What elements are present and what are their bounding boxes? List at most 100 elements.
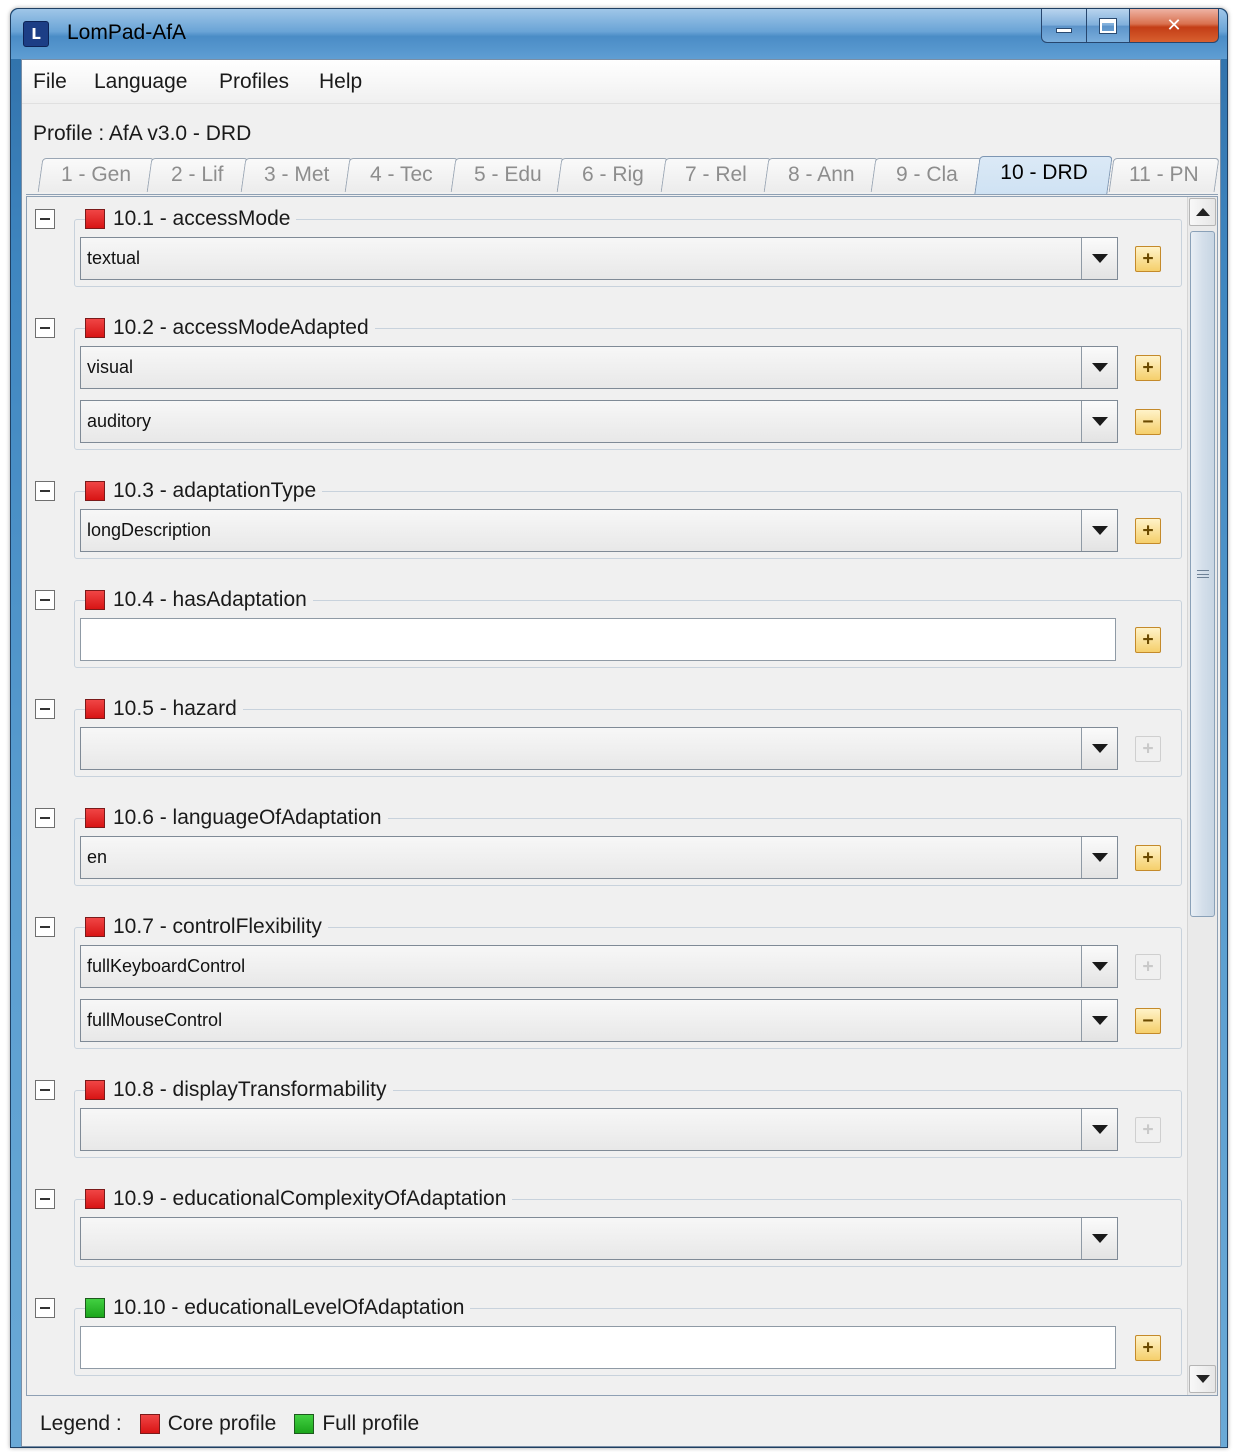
collapse-icon[interactable] — [35, 917, 55, 937]
field-label: 10.9 - educationalComplexityOfAdaptation — [113, 1187, 507, 1210]
tab-10[interactable]: 10 - DRD — [974, 156, 1113, 194]
chevron-down-icon[interactable] — [1081, 238, 1117, 279]
collapse-icon[interactable] — [35, 699, 55, 719]
field-header: 10.2 - accessModeAdapted — [85, 314, 375, 342]
plus-icon[interactable]: + — [1135, 518, 1161, 544]
value-combobox[interactable]: longDescription — [80, 509, 1118, 552]
close-button[interactable]: ✕ — [1129, 9, 1219, 43]
collapse-icon[interactable] — [35, 590, 55, 610]
collapse-icon[interactable] — [35, 1189, 55, 1209]
chevron-down-icon[interactable] — [1081, 728, 1117, 769]
field-7: 10.7 - controlFlexibility fullKeyboardCon… — [27, 905, 1182, 1055]
minus-icon[interactable]: − — [1135, 409, 1161, 435]
app-window: L LomPad-AfA ✕ File Language Profiles He… — [10, 8, 1228, 1448]
tab-7[interactable]: 7 - Rel — [660, 158, 772, 192]
core-profile-swatch-icon — [85, 209, 105, 229]
tab-label: 9 - Cla — [895, 163, 958, 186]
collapse-icon[interactable] — [35, 1080, 55, 1100]
chevron-down-icon[interactable] — [1081, 946, 1117, 987]
value-combobox[interactable] — [80, 1217, 1118, 1260]
collapse-icon[interactable] — [35, 209, 55, 229]
tab-label: 8 - Ann — [787, 163, 855, 186]
menu-profiles[interactable]: Profiles — [219, 70, 289, 94]
tab-8[interactable]: 8 - Ann — [763, 158, 879, 192]
field-label: 10.1 - accessMode — [113, 207, 291, 230]
plus-icon: + — [1135, 954, 1161, 980]
client-area: File Language Profiles Help Profile : Af… — [21, 59, 1221, 1447]
core-profile-swatch-icon — [85, 917, 105, 937]
value-combobox[interactable] — [80, 1108, 1118, 1151]
scroll-up-button[interactable] — [1189, 198, 1216, 226]
value-combobox[interactable] — [80, 727, 1118, 770]
tab-11[interactable]: 11 - PN — [1108, 158, 1220, 192]
scroll-thumb[interactable] — [1190, 231, 1215, 917]
value-combobox[interactable]: visual — [80, 346, 1118, 389]
field-label: 10.10 - educationalLevelOfAdaptation — [113, 1296, 465, 1319]
plus-icon: + — [1135, 736, 1161, 762]
tab-label: 3 - Met — [263, 163, 330, 186]
field-header: 10.5 - hazard — [85, 695, 243, 723]
collapse-icon[interactable] — [35, 481, 55, 501]
value-combobox[interactable]: textual — [80, 237, 1118, 280]
plus-icon[interactable]: + — [1135, 246, 1161, 272]
chevron-down-icon[interactable] — [1081, 837, 1117, 878]
tab-3[interactable]: 3 - Met — [240, 158, 353, 192]
value-combobox[interactable]: en — [80, 836, 1118, 879]
legend-title: Legend : — [40, 1412, 122, 1435]
chevron-down-icon[interactable] — [1081, 1109, 1117, 1150]
plus-icon[interactable]: + — [1135, 627, 1161, 653]
full-profile-swatch-icon — [85, 1298, 105, 1318]
plus-icon[interactable]: + — [1135, 1335, 1161, 1361]
field-label: 10.7 - controlFlexibility — [113, 915, 322, 938]
chevron-down-icon[interactable] — [1081, 510, 1117, 551]
core-profile-swatch-icon — [85, 1189, 105, 1209]
core-profile-swatch-icon — [85, 318, 105, 338]
window-title: LomPad-AfA — [67, 21, 187, 44]
core-profile-swatch-icon — [85, 1080, 105, 1100]
combobox-value: en — [87, 847, 108, 867]
minimize-icon — [1056, 28, 1072, 33]
collapse-icon[interactable] — [35, 808, 55, 828]
field-5: 10.5 - hazard + — [27, 687, 1182, 783]
vertical-scrollbar[interactable] — [1187, 197, 1217, 1395]
app-logo-icon: L — [23, 21, 49, 47]
chevron-down-icon[interactable] — [1081, 347, 1117, 388]
tab-6[interactable]: 6 - Rig — [556, 158, 669, 192]
profile-label: Profile : AfA v3.0 - DRD — [33, 122, 252, 145]
tab-2[interactable]: 2 - Lif — [146, 158, 249, 192]
chevron-down-icon[interactable] — [1081, 1218, 1117, 1259]
chevron-down-icon[interactable] — [1081, 401, 1117, 442]
chevron-down-icon[interactable] — [1081, 1000, 1117, 1041]
minimize-button[interactable] — [1041, 9, 1087, 43]
field-header: 10.10 - educationalLevelOfAdaptation — [85, 1294, 471, 1322]
minus-icon[interactable]: − — [1135, 1008, 1161, 1034]
menu-language[interactable]: Language — [94, 70, 187, 94]
tab-9[interactable]: 9 - Cla — [870, 158, 983, 192]
close-icon: ✕ — [1166, 15, 1182, 36]
maximize-button[interactable] — [1086, 9, 1130, 43]
collapse-icon[interactable] — [35, 1298, 55, 1318]
menu-help[interactable]: Help — [319, 70, 362, 94]
value-combobox[interactable]: auditory — [80, 400, 1118, 443]
value-combobox[interactable]: fullMouseControl — [80, 999, 1118, 1042]
title-bar[interactable]: L LomPad-AfA ✕ — [11, 9, 1227, 59]
value-combobox[interactable]: fullKeyboardControl — [80, 945, 1118, 988]
value-textfield[interactable] — [80, 1326, 1116, 1369]
value-textfield[interactable] — [80, 618, 1116, 661]
tab-5[interactable]: 5 - Edu — [450, 158, 565, 192]
field-10: 10.10 - educationalLevelOfAdaptation + — [27, 1286, 1182, 1382]
legend-core: Core profile — [167, 1412, 277, 1435]
combobox-value: textual — [87, 248, 141, 268]
field-header: 10.8 - displayTransformability — [85, 1076, 393, 1104]
tab-1[interactable]: 1 - Gen — [37, 158, 155, 192]
tab-4[interactable]: 4 - Tec — [344, 158, 459, 192]
scroll-down-button[interactable] — [1189, 1365, 1216, 1393]
plus-icon[interactable]: + — [1135, 845, 1161, 871]
collapse-icon[interactable] — [35, 318, 55, 338]
core-profile-swatch-icon — [85, 481, 105, 501]
tab-label: 1 - Gen — [60, 163, 132, 186]
menu-file[interactable]: File — [33, 70, 67, 94]
field-label: 10.5 - hazard — [113, 697, 237, 720]
plus-icon[interactable]: + — [1135, 355, 1161, 381]
menu-bar: File Language Profiles Help — [22, 60, 1220, 104]
